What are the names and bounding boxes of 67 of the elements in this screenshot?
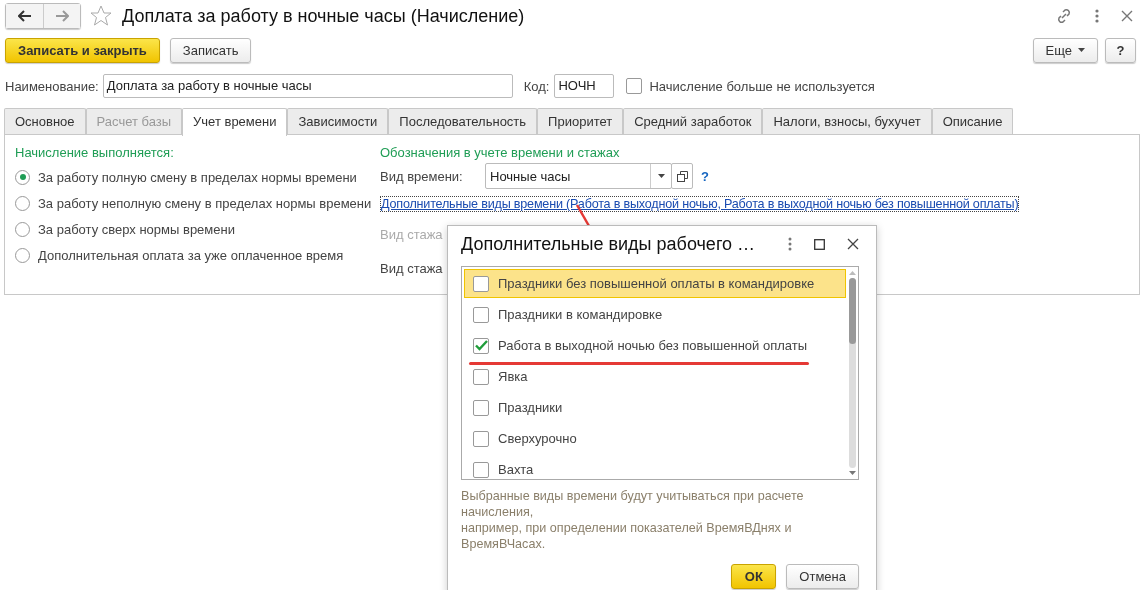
radio-label: За работу неполную смену в пределах нормы времени [38, 195, 372, 211]
field-label: Вид стажа [380, 227, 443, 244]
link-icon[interactable] [1055, 7, 1073, 25]
maximize-icon[interactable] [814, 238, 825, 250]
scroll-up-icon[interactable] [848, 271, 856, 275]
scrollbar-thumb[interactable] [848, 278, 856, 344]
field-label: Вид времени: [380, 168, 464, 184]
checkbox[interactable] [473, 461, 489, 478]
forward-arrow-icon [55, 10, 69, 22]
field-label: Наименование: [5, 78, 99, 94]
tab[interactable]: Налоги, взносы, бухучет [762, 108, 932, 134]
field-label: Вид стажа [380, 261, 443, 278]
list-item[interactable]: Работа в выходной ночью без повышенной оплаты [464, 331, 846, 360]
dropdown-icon [657, 174, 665, 178]
checkbox[interactable] [473, 275, 489, 292]
radio-label: За работу сверх нормы времени [38, 221, 235, 237]
list-item[interactable]: Вахта [464, 455, 846, 484]
checkbox[interactable] [626, 78, 643, 94]
scrollbar-track[interactable] [848, 278, 856, 468]
open-icon [676, 170, 688, 182]
name-field[interactable]: Доплата за работу в ночные часы [102, 74, 513, 98]
back-button[interactable] [6, 4, 43, 28]
list-item[interactable]: Явка [464, 362, 846, 391]
star-icon[interactable] [90, 5, 112, 27]
back-arrow-icon [17, 10, 32, 22]
window-title: Доплата за работу в ночные часы (Начисление) [122, 5, 525, 27]
checkbox[interactable] [473, 368, 489, 385]
tab[interactable]: Описание [931, 108, 1014, 134]
help-link[interactable]: ? [701, 168, 709, 184]
caret-icon [1078, 48, 1085, 52]
cancel-button[interactable]: Отмена [786, 564, 859, 589]
list-item[interactable]: Праздники без повышенной оплаты в командировке [464, 269, 846, 298]
checkbox[interactable] [473, 306, 489, 323]
help-button[interactable]: ? [1105, 37, 1136, 63]
list-item[interactable]: Сверхурочно [464, 424, 846, 453]
tab[interactable]: Приоритет [537, 108, 624, 134]
checkbox[interactable] [473, 399, 489, 416]
radio-label: Дополнительная оплата за уже оплаченное время [38, 247, 344, 263]
additional-times-link[interactable]: Дополнительные виды времени (Работа в выходной ночью, Работа в выходной ночью без повышенной оплаты) [380, 196, 1020, 212]
dialog-note: Выбранные виды времени будут учитываться при расчете начисления, например, при определении показателей ВремяВДнях и ВремяВЧасах. [461, 488, 805, 552]
more-menu-icon[interactable] [788, 237, 792, 251]
close-icon[interactable] [847, 238, 859, 250]
tab[interactable]: Последовательность [388, 108, 538, 134]
section-heading: Начисление выполняется: [15, 145, 175, 160]
time-kind-field[interactable]: Ночные часы [485, 163, 672, 189]
close-icon[interactable] [1121, 10, 1133, 22]
tab[interactable]: Учет времени [182, 108, 288, 136]
code-field[interactable]: НОЧН [554, 74, 615, 98]
scroll-down-icon[interactable] [848, 471, 856, 475]
checkbox[interactable] [473, 337, 489, 354]
tab[interactable]: Основное [4, 108, 86, 134]
more-menu-icon[interactable] [1095, 9, 1099, 23]
field-label: Код: [523, 78, 550, 94]
ok-button[interactable]: ОК [731, 564, 777, 589]
tab[interactable]: Зависимости [287, 108, 389, 134]
toolbar-button[interactable]: Записать и закрыть [5, 37, 160, 63]
dialog-title: Дополнительные виды рабочего … [461, 233, 756, 255]
more-button[interactable]: Еще [1032, 37, 1098, 63]
open-button[interactable] [671, 163, 693, 189]
checkbox-label: Начисление больше не используется [649, 78, 875, 94]
toolbar-button[interactable]: Записать [169, 37, 252, 63]
tab[interactable]: Средний заработок [623, 108, 763, 134]
list-item[interactable]: Праздники [464, 393, 846, 422]
checkbox[interactable] [473, 430, 489, 447]
radio-label: За работу полную смену в пределах нормы времени [38, 169, 357, 185]
list-item[interactable]: Праздники в командировке [464, 300, 846, 329]
section-heading: Обозначения в учете времени и стажах [380, 145, 621, 160]
